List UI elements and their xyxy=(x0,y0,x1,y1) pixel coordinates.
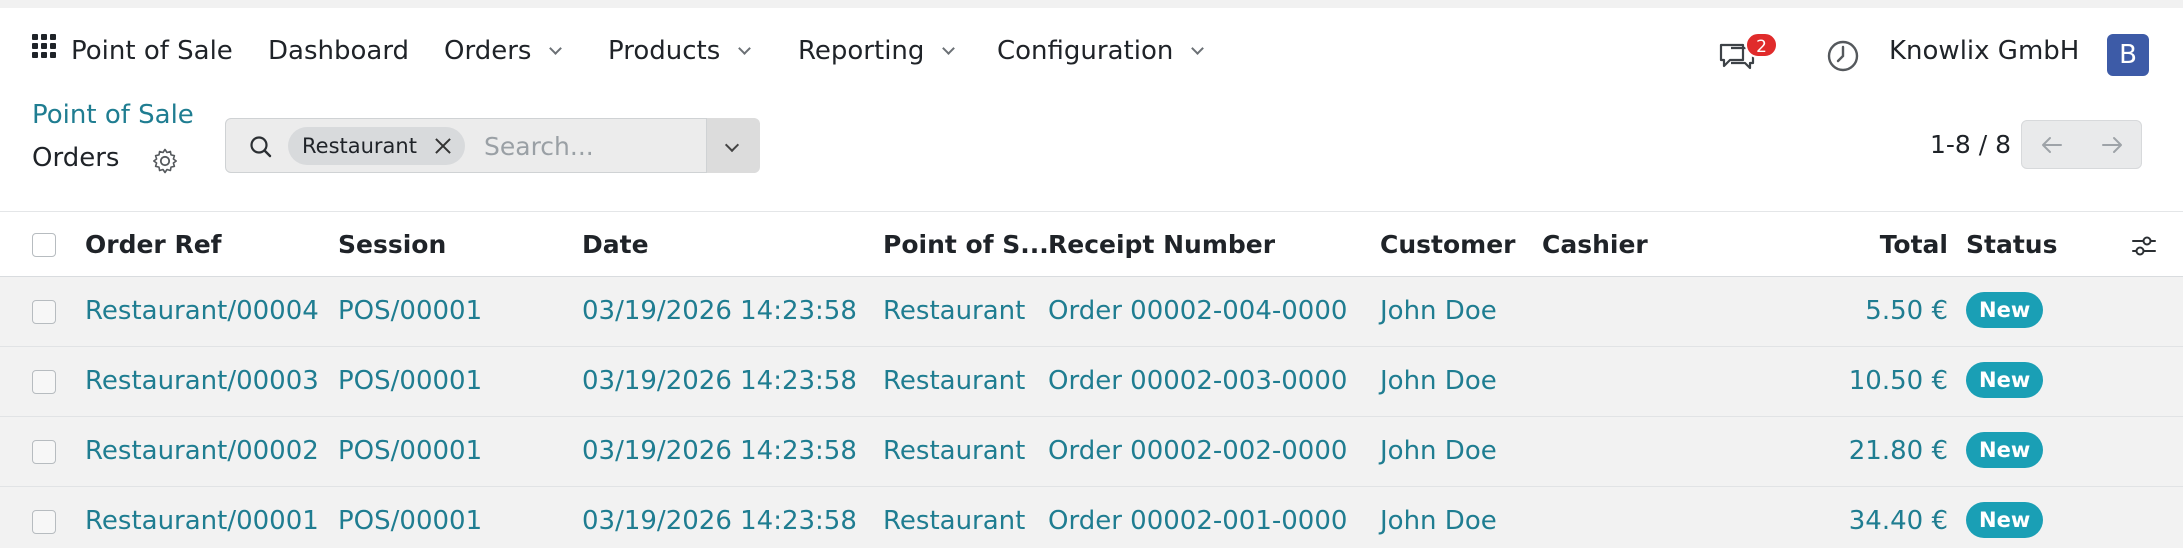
menu-configuration[interactable]: Configuration xyxy=(997,36,1205,66)
messages-count-badge: 2 xyxy=(1745,32,1778,58)
cell-receipt-number[interactable]: Order 00002-003-0000 xyxy=(1048,366,1347,396)
cell-date[interactable]: 03/19/2026 14:23:58 xyxy=(582,506,857,536)
company-switcher[interactable]: Knowlix GmbH xyxy=(1889,36,2079,66)
select-all-checkbox[interactable] xyxy=(32,233,56,257)
search-options-toggle[interactable] xyxy=(706,118,760,173)
apps-grid-icon[interactable] xyxy=(32,34,56,58)
table-header: Order Ref Session Date Point of S... Rec… xyxy=(0,211,2183,277)
row-checkbox[interactable] xyxy=(32,440,56,464)
cell-customer[interactable]: John Doe xyxy=(1380,296,1497,326)
cell-receipt-number[interactable]: Order 00002-001-0000 xyxy=(1048,506,1347,536)
pager-value[interactable]: 1-8 / 8 xyxy=(1930,130,2011,159)
cell-date[interactable]: 03/19/2026 14:23:58 xyxy=(582,366,857,396)
chevron-down-icon xyxy=(942,41,956,55)
column-header-point-of-sale[interactable]: Point of S... xyxy=(883,230,1049,259)
optional-columns-icon[interactable] xyxy=(2130,232,2158,260)
cell-total[interactable]: 10.50 € xyxy=(1849,366,1948,396)
cell-session[interactable]: POS/00001 xyxy=(338,506,482,536)
menu-label: Configuration xyxy=(997,36,1174,66)
menu-label: Dashboard xyxy=(268,36,410,66)
cell-receipt-number[interactable]: Order 00002-004-0000 xyxy=(1048,296,1347,326)
table-row[interactable]: Restaurant/00001 POS/00001 03/19/2026 14… xyxy=(0,487,2183,548)
user-avatar[interactable]: B xyxy=(2107,34,2149,76)
table-row[interactable]: Restaurant/00004 POS/00001 03/19/2026 14… xyxy=(0,277,2183,347)
chevron-down-icon xyxy=(1191,41,1205,55)
search-bar: Restaurant xyxy=(225,118,760,173)
menu-reporting[interactable]: Reporting xyxy=(798,36,956,66)
cell-order-ref[interactable]: Restaurant/00001 xyxy=(85,506,319,536)
cell-order-ref[interactable]: Restaurant/00003 xyxy=(85,366,319,396)
cell-date[interactable]: 03/19/2026 14:23:58 xyxy=(582,296,857,326)
chevron-down-icon xyxy=(738,41,752,55)
column-header-order-ref[interactable]: Order Ref xyxy=(85,230,222,259)
cell-order-ref[interactable]: Restaurant/00004 xyxy=(85,296,319,326)
arrow-left-icon xyxy=(2042,137,2062,153)
page-title: Orders xyxy=(32,143,120,173)
cell-session[interactable]: POS/00001 xyxy=(338,436,482,466)
row-checkbox[interactable] xyxy=(32,370,56,394)
menu-label: Reporting xyxy=(798,36,925,66)
cell-point-of-sale[interactable]: Restaurant xyxy=(883,436,1025,466)
close-icon[interactable] xyxy=(433,136,453,156)
cell-receipt-number[interactable]: Order 00002-002-0000 xyxy=(1048,436,1347,466)
top-navbar: Point of Sale Dashboard Orders Products … xyxy=(0,0,2183,92)
cell-total[interactable]: 21.80 € xyxy=(1849,436,1948,466)
cell-date[interactable]: 03/19/2026 14:23:58 xyxy=(582,436,857,466)
table-row[interactable]: Restaurant/00003 POS/00001 03/19/2026 14… xyxy=(0,347,2183,417)
column-header-customer[interactable]: Customer xyxy=(1380,230,1516,259)
pager-next-button[interactable] xyxy=(2082,121,2142,168)
menu-label: Orders xyxy=(444,36,532,66)
cell-customer[interactable]: John Doe xyxy=(1380,506,1497,536)
row-checkbox[interactable] xyxy=(32,510,56,534)
menu-dashboard[interactable]: Dashboard xyxy=(268,36,409,66)
row-checkbox[interactable] xyxy=(32,300,56,324)
pager-previous-button[interactable] xyxy=(2022,121,2082,168)
chevron-down-icon xyxy=(549,41,563,55)
status-badge: New xyxy=(1966,432,2044,468)
clock-icon[interactable] xyxy=(1825,38,1861,74)
column-header-date[interactable]: Date xyxy=(582,230,649,259)
cell-customer[interactable]: John Doe xyxy=(1380,366,1497,396)
arrow-right-icon xyxy=(2102,137,2122,153)
app-name[interactable]: Point of Sale xyxy=(71,36,233,66)
column-header-receipt-number[interactable]: Receipt Number xyxy=(1048,230,1275,259)
cell-order-ref[interactable]: Restaurant/00002 xyxy=(85,436,319,466)
gear-icon[interactable] xyxy=(150,146,180,176)
search-icon xyxy=(250,136,272,158)
search-facet-restaurant: Restaurant xyxy=(288,127,465,165)
cell-point-of-sale[interactable]: Restaurant xyxy=(883,506,1025,536)
menu-orders[interactable]: Orders xyxy=(444,36,563,66)
cell-total[interactable]: 34.40 € xyxy=(1849,506,1948,536)
menu-products[interactable]: Products xyxy=(608,36,752,66)
column-header-cashier[interactable]: Cashier xyxy=(1542,230,1648,259)
cell-session[interactable]: POS/00001 xyxy=(338,296,482,326)
facet-label: Restaurant xyxy=(302,134,417,158)
cell-point-of-sale[interactable]: Restaurant xyxy=(883,296,1025,326)
cell-session[interactable]: POS/00001 xyxy=(338,366,482,396)
column-header-status[interactable]: Status xyxy=(1966,230,2057,259)
pager-buttons xyxy=(2021,120,2142,169)
search-input[interactable] xyxy=(484,129,684,163)
breadcrumb-point-of-sale[interactable]: Point of Sale xyxy=(32,100,194,130)
column-header-total[interactable]: Total xyxy=(1880,230,1948,259)
cell-customer[interactable]: John Doe xyxy=(1380,436,1497,466)
status-badge: New xyxy=(1966,292,2044,328)
chevron-down-icon xyxy=(724,137,740,153)
menu-label: Products xyxy=(608,36,721,66)
cell-total[interactable]: 5.50 € xyxy=(1865,296,1948,326)
table-row[interactable]: Restaurant/00002 POS/00001 03/19/2026 14… xyxy=(0,417,2183,487)
column-header-session[interactable]: Session xyxy=(338,230,446,259)
status-badge: New xyxy=(1966,362,2044,398)
status-badge: New xyxy=(1966,502,2044,538)
cell-point-of-sale[interactable]: Restaurant xyxy=(883,366,1025,396)
